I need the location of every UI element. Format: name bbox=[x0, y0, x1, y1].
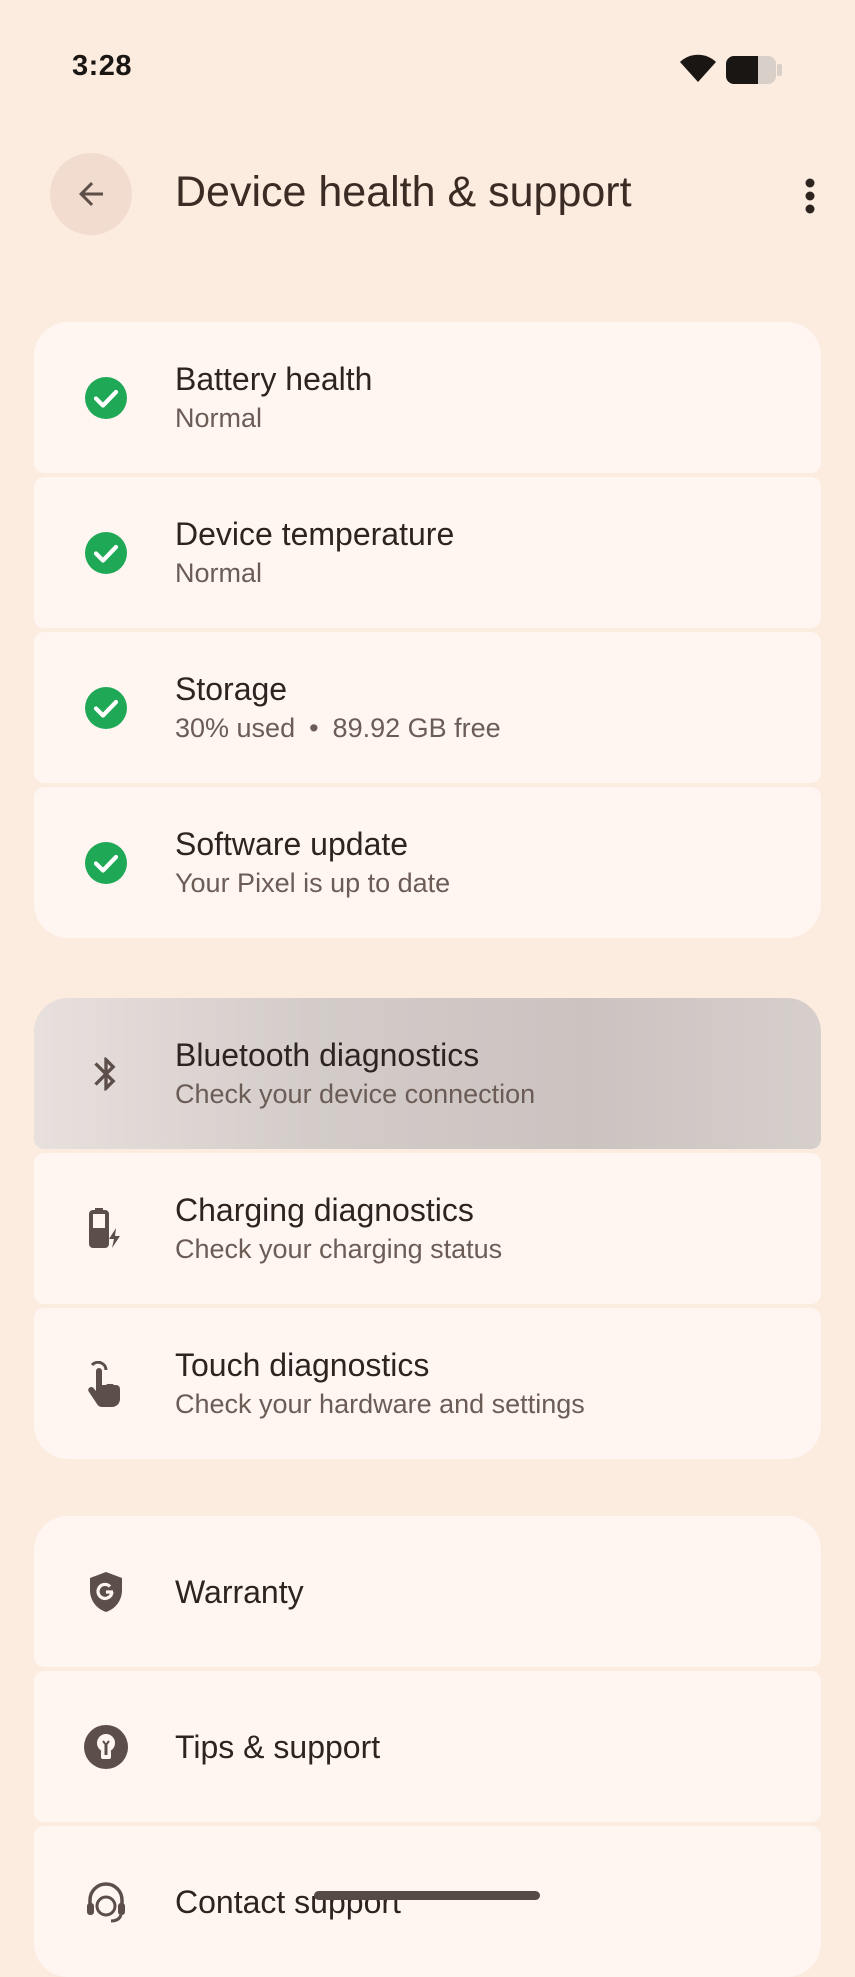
gesture-navigation-handle[interactable] bbox=[314, 1891, 540, 1900]
item-title: Storage bbox=[175, 670, 288, 707]
check-circle-icon bbox=[83, 685, 129, 731]
health-checks-group: Battery health Normal Device temperature… bbox=[34, 322, 821, 938]
item-title: Software update bbox=[175, 825, 409, 862]
item-subtitle: 30% used • 89.92 GB free bbox=[175, 709, 801, 747]
headset-agent-icon bbox=[83, 1879, 129, 1925]
battery-charging-icon bbox=[83, 1206, 129, 1252]
google-shield-icon bbox=[83, 1569, 129, 1615]
back-button[interactable] bbox=[50, 153, 132, 235]
item-title: Warranty bbox=[175, 1573, 304, 1610]
status-time: 3:28 bbox=[72, 50, 133, 82]
item-subtitle: Check your hardware and settings bbox=[175, 1388, 585, 1419]
app-bar: Device health & support bbox=[0, 150, 855, 240]
touch-diagnostics-item[interactable]: Touch diagnostics Check your hardware an… bbox=[34, 1308, 821, 1459]
check-circle-icon bbox=[83, 530, 129, 576]
item-title: Tips & support bbox=[175, 1728, 381, 1765]
storage-free: 89.92 GB free bbox=[332, 712, 501, 743]
item-title: Contact support bbox=[175, 1883, 401, 1920]
contact-support-item[interactable]: Contact support bbox=[34, 1826, 821, 1977]
item-title: Charging diagnostics bbox=[175, 1191, 474, 1228]
item-subtitle: Your Pixel is up to date bbox=[175, 867, 451, 898]
storage-used: 30% used bbox=[175, 712, 296, 743]
item-title: Bluetooth diagnostics bbox=[175, 1036, 480, 1073]
page-title: Device health & support bbox=[175, 168, 632, 216]
tips-support-item[interactable]: Tips & support bbox=[34, 1671, 821, 1822]
status-bar: 3:28 bbox=[0, 0, 855, 140]
item-subtitle: Normal bbox=[175, 557, 263, 588]
item-title: Device temperature bbox=[175, 515, 455, 552]
touch-hand-icon bbox=[83, 1360, 129, 1407]
software-update-item[interactable]: Software update Your Pixel is up to date bbox=[34, 787, 821, 938]
item-subtitle: Normal bbox=[175, 402, 263, 433]
lightbulb-icon bbox=[83, 1724, 129, 1770]
check-circle-icon bbox=[83, 840, 129, 886]
item-subtitle: Check your device connection bbox=[175, 1078, 536, 1109]
battery-icon bbox=[726, 56, 782, 84]
device-temperature-item[interactable]: Device temperature Normal bbox=[34, 477, 821, 628]
bluetooth-icon bbox=[83, 1051, 129, 1097]
item-subtitle: Check your charging status bbox=[175, 1233, 503, 1264]
wifi-icon bbox=[680, 54, 716, 82]
more-options-button[interactable] bbox=[785, 168, 835, 224]
storage-item[interactable]: Storage 30% used • 89.92 GB free bbox=[34, 632, 821, 783]
item-title: Battery health bbox=[175, 360, 373, 397]
arrow-back-icon bbox=[79, 182, 103, 206]
diagnostics-group: Bluetooth diagnostics Check your device … bbox=[34, 998, 821, 1459]
separator-dot: • bbox=[309, 712, 319, 743]
warranty-item[interactable]: Warranty bbox=[34, 1516, 821, 1667]
check-circle-icon bbox=[83, 375, 129, 421]
charging-diagnostics-item[interactable]: Charging diagnostics Check your charging… bbox=[34, 1153, 821, 1304]
battery-health-item[interactable]: Battery health Normal bbox=[34, 322, 821, 473]
item-title: Touch diagnostics bbox=[175, 1346, 430, 1383]
bluetooth-diagnostics-item[interactable]: Bluetooth diagnostics Check your device … bbox=[34, 998, 821, 1149]
more-vertical-icon bbox=[805, 178, 815, 214]
support-group: Warranty Tips & support Contact support bbox=[34, 1516, 821, 1977]
